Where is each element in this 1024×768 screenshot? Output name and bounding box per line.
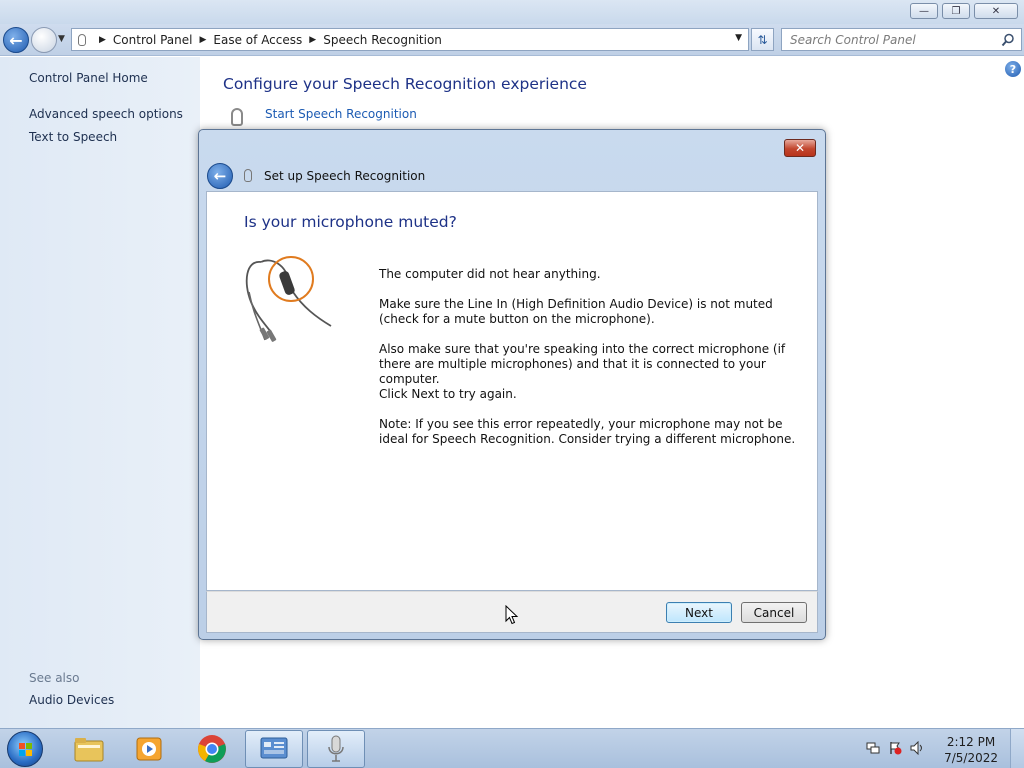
dialog-close-button[interactable]: ✕ bbox=[784, 139, 816, 157]
help-icon[interactable]: ? bbox=[1005, 61, 1021, 77]
restore-button[interactable]: ❐ bbox=[942, 3, 970, 19]
clock-date: 7/5/2022 bbox=[944, 751, 998, 765]
volume-icon[interactable] bbox=[910, 741, 924, 755]
windows-logo-icon bbox=[19, 743, 32, 756]
caption-buttons: — ❐ ✕ bbox=[906, 3, 1018, 19]
forward-button[interactable] bbox=[31, 27, 57, 53]
close-window-button[interactable]: ✕ bbox=[974, 3, 1018, 19]
dialog-message-5: Note: If you see this error repeatedly, … bbox=[379, 417, 796, 446]
dialog-question-heading: Is your microphone muted? bbox=[244, 213, 457, 231]
taskbar-control-panel-button[interactable] bbox=[245, 730, 303, 768]
action-center-flag-icon[interactable] bbox=[888, 741, 902, 755]
taskbar-clock[interactable]: 2:12 PM 7/5/2022 bbox=[944, 734, 998, 766]
start-speech-recognition-link[interactable]: Start Speech Recognition bbox=[265, 107, 417, 121]
control-panel-home-link[interactable]: Control Panel Home bbox=[29, 71, 148, 85]
clock-time: 2:12 PM bbox=[946, 735, 996, 749]
media-player-icon bbox=[136, 737, 162, 761]
taskbar-media-player-button[interactable] bbox=[120, 730, 178, 768]
task-pane: Control Panel Home Advanced speech optio… bbox=[0, 57, 200, 728]
back-button[interactable]: ← bbox=[3, 27, 29, 53]
search-icon[interactable] bbox=[1001, 33, 1015, 47]
dialog-message-3: Also make sure that you're speaking into… bbox=[379, 342, 786, 386]
dialog-message-2: Make sure the Line In (High Definition A… bbox=[379, 297, 773, 326]
setup-speech-recognition-dialog: ✕ ← Set up Speech Recognition Is your mi… bbox=[198, 129, 826, 640]
system-tray bbox=[866, 741, 924, 755]
dialog-message-4: Click Next to try again. bbox=[379, 387, 517, 401]
chevron-right-icon[interactable]: ▶ bbox=[200, 35, 207, 45]
taskbar-explorer-button[interactable] bbox=[60, 730, 118, 768]
minimize-button[interactable]: — bbox=[910, 3, 938, 19]
chrome-icon bbox=[198, 735, 226, 763]
search-input[interactable] bbox=[790, 32, 990, 47]
search-box[interactable] bbox=[781, 28, 1022, 51]
start-button[interactable] bbox=[7, 731, 43, 767]
microphone-icon bbox=[78, 33, 86, 46]
taskbar: 2:12 PM 7/5/2022 bbox=[0, 728, 1024, 768]
page-title: Configure your Speech Recognition experi… bbox=[223, 75, 587, 93]
dialog-header: ← Set up Speech Recognition bbox=[207, 161, 817, 190]
dialog-title: Set up Speech Recognition bbox=[264, 168, 426, 183]
network-icon[interactable] bbox=[866, 741, 880, 755]
mouse-pointer-icon bbox=[505, 605, 519, 625]
address-bar[interactable]: ▶ Control Panel ▶ Ease of Access ▶ Speec… bbox=[71, 28, 749, 51]
breadcrumb-control-panel[interactable]: Control Panel bbox=[113, 33, 193, 47]
text-to-speech-link[interactable]: Text to Speech bbox=[29, 130, 117, 144]
audio-devices-link[interactable]: Audio Devices bbox=[29, 693, 114, 707]
refresh-button[interactable]: ⇅ bbox=[751, 28, 774, 51]
see-also-heading: See also bbox=[29, 671, 80, 685]
next-button[interactable]: Next bbox=[666, 602, 732, 623]
cancel-button[interactable]: Cancel bbox=[741, 602, 807, 623]
control-panel-icon bbox=[260, 737, 288, 759]
dialog-back-button[interactable]: ← bbox=[207, 162, 233, 189]
taskbar-chrome-button[interactable] bbox=[183, 730, 241, 768]
microphone-icon bbox=[231, 108, 243, 126]
navigation-bar: ← ▼ ▶ Control Panel ▶ Ease of Access ▶ S… bbox=[0, 24, 1024, 56]
breadcrumb-ease-of-access[interactable]: Ease of Access bbox=[213, 33, 302, 47]
breadcrumb-speech-recognition[interactable]: Speech Recognition bbox=[323, 33, 442, 47]
chevron-right-icon[interactable]: ▶ bbox=[99, 35, 106, 45]
dialog-body: Is your microphone muted? The computer d… bbox=[206, 191, 818, 591]
window-title-bar: — ❐ ✕ bbox=[0, 0, 1024, 24]
refresh-icon: ⇅ bbox=[757, 32, 768, 47]
microphone-icon bbox=[328, 735, 344, 762]
folder-icon bbox=[74, 738, 104, 762]
address-dropdown-icon[interactable]: ▼ bbox=[735, 33, 742, 43]
chevron-right-icon[interactable]: ▶ bbox=[309, 35, 316, 45]
taskbar-speech-recognition-button[interactable] bbox=[307, 730, 365, 768]
recent-pages-dropdown-icon[interactable]: ▼ bbox=[58, 34, 65, 44]
advanced-speech-options-link[interactable]: Advanced speech options bbox=[29, 107, 183, 121]
microphone-icon bbox=[244, 169, 252, 182]
headset-cable-microphone-icon bbox=[245, 256, 332, 342]
dialog-message-1: The computer did not hear anything. bbox=[379, 267, 601, 281]
show-desktop-button[interactable] bbox=[1010, 729, 1024, 768]
